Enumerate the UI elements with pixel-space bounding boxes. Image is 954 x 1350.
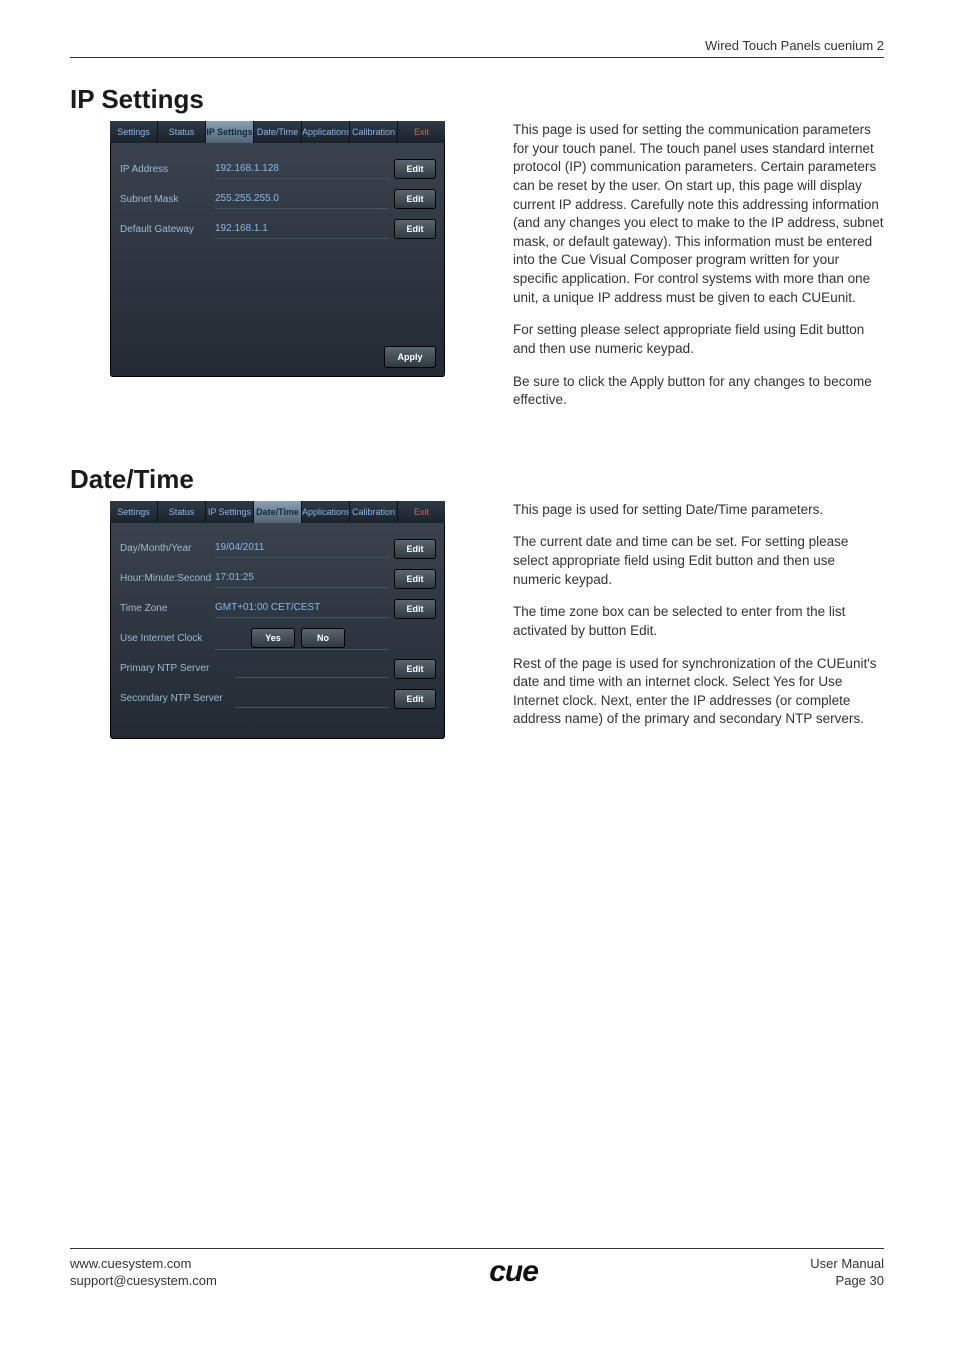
footer-email: support@cuesystem.com	[70, 1273, 217, 1288]
ip-address-row: IP Address 192.168.1.128 Edit	[120, 157, 435, 181]
secondary-ntp-value	[235, 689, 389, 708]
footer-manual: User Manual	[810, 1256, 884, 1271]
footer-page: Page 30	[836, 1273, 884, 1288]
tab-ip-settings[interactable]: IP Settings	[206, 501, 254, 523]
primary-ntp-row: Primary NTP Server Edit	[120, 657, 435, 681]
ip-address-value: 192.168.1.128	[215, 160, 389, 179]
ip-settings-panel: Settings Status IP Settings Date/Time Ap…	[110, 121, 445, 377]
use-internet-clock-row: Use Internet Clock Yes No	[120, 627, 435, 651]
use-internet-clock-label: Use Internet Clock	[120, 633, 215, 644]
tab-settings[interactable]: Settings	[110, 121, 158, 143]
datetime-description: This page is used for setting Date/Time …	[513, 501, 884, 743]
footer-url: www.cuesystem.com	[70, 1256, 191, 1271]
subnet-mask-edit-button[interactable]: Edit	[395, 190, 435, 208]
tab-datetime[interactable]: Date/Time	[254, 501, 302, 523]
tab-calibration[interactable]: Calibration	[350, 501, 398, 523]
primary-ntp-value	[235, 659, 389, 678]
subnet-mask-label: Subnet Mask	[120, 194, 215, 205]
datetime-panel: Settings Status IP Settings Date/Time Ap…	[110, 501, 445, 739]
ip-address-label: IP Address	[120, 164, 215, 175]
date-label: Day/Month/Year	[120, 543, 215, 554]
tab-datetime[interactable]: Date/Time	[254, 121, 302, 143]
time-edit-button[interactable]: Edit	[395, 570, 435, 588]
primary-ntp-label: Primary NTP Server	[120, 663, 235, 674]
default-gateway-label: Default Gateway	[120, 224, 215, 235]
secondary-ntp-row: Secondary NTP Server Edit	[120, 687, 435, 711]
dt-para-3: The time zone box can be selected to ent…	[513, 603, 884, 640]
secondary-ntp-edit-button[interactable]: Edit	[395, 690, 435, 708]
default-gateway-row: Default Gateway 192.168.1.1 Edit	[120, 217, 435, 241]
timezone-edit-button[interactable]: Edit	[395, 600, 435, 618]
tab-applications[interactable]: Applications	[302, 501, 350, 523]
time-row: Hour:Minute:Second 17:01:25 Edit	[120, 567, 435, 591]
ip-settings-heading: IP Settings	[70, 84, 884, 115]
tab-status[interactable]: Status	[158, 121, 206, 143]
primary-ntp-edit-button[interactable]: Edit	[395, 660, 435, 678]
timezone-row: Time Zone GMT+01:00 CET/CEST Edit	[120, 597, 435, 621]
page-footer: www.cuesystem.com support@cuesystem.com …	[70, 1248, 884, 1290]
dt-tabstrip: Settings Status IP Settings Date/Time Ap…	[110, 501, 445, 523]
secondary-ntp-label: Secondary NTP Server	[120, 693, 235, 704]
time-value: 17:01:25	[215, 569, 389, 588]
timezone-label: Time Zone	[120, 603, 215, 614]
date-value: 19/04/2011	[215, 539, 389, 558]
date-row: Day/Month/Year 19/04/2011 Edit	[120, 537, 435, 561]
default-gateway-edit-button[interactable]: Edit	[395, 220, 435, 238]
tab-exit[interactable]: Exit	[398, 501, 445, 523]
dt-para-1: This page is used for setting Date/Time …	[513, 501, 884, 520]
time-label: Hour:Minute:Second	[120, 573, 215, 584]
tab-ip-settings[interactable]: IP Settings	[206, 121, 254, 143]
timezone-value: GMT+01:00 CET/CEST	[215, 599, 389, 618]
default-gateway-value: 192.168.1.1	[215, 220, 389, 239]
ip-para-1: This page is used for setting the commun…	[513, 121, 884, 307]
ip-settings-description: This page is used for setting the commun…	[513, 121, 884, 424]
date-edit-button[interactable]: Edit	[395, 540, 435, 558]
product-name: Wired Touch Panels cuenium 2	[705, 38, 884, 53]
ip-para-3: Be sure to click the Apply button for an…	[513, 373, 884, 410]
tab-calibration[interactable]: Calibration	[350, 121, 398, 143]
tab-settings[interactable]: Settings	[110, 501, 158, 523]
tab-applications[interactable]: Applications	[302, 121, 350, 143]
ip-address-edit-button[interactable]: Edit	[395, 160, 435, 178]
tab-status[interactable]: Status	[158, 501, 206, 523]
use-internet-yes-button[interactable]: Yes	[252, 629, 294, 647]
ip-para-2: For setting please select appropriate fi…	[513, 321, 884, 358]
dt-para-2: The current date and time can be set. Fo…	[513, 533, 884, 589]
apply-button[interactable]: Apply	[385, 347, 435, 367]
ip-tabstrip: Settings Status IP Settings Date/Time Ap…	[110, 121, 445, 143]
page-header: Wired Touch Panels cuenium 2	[70, 38, 884, 58]
dt-para-4: Rest of the page is used for synchroniza…	[513, 655, 884, 730]
datetime-heading: Date/Time	[70, 464, 884, 495]
use-internet-no-button[interactable]: No	[302, 629, 344, 647]
brand-logo: cue	[489, 1255, 538, 1289]
tab-exit[interactable]: Exit	[398, 121, 445, 143]
subnet-mask-value: 255.255.255.0	[215, 190, 389, 209]
subnet-mask-row: Subnet Mask 255.255.255.0 Edit	[120, 187, 435, 211]
